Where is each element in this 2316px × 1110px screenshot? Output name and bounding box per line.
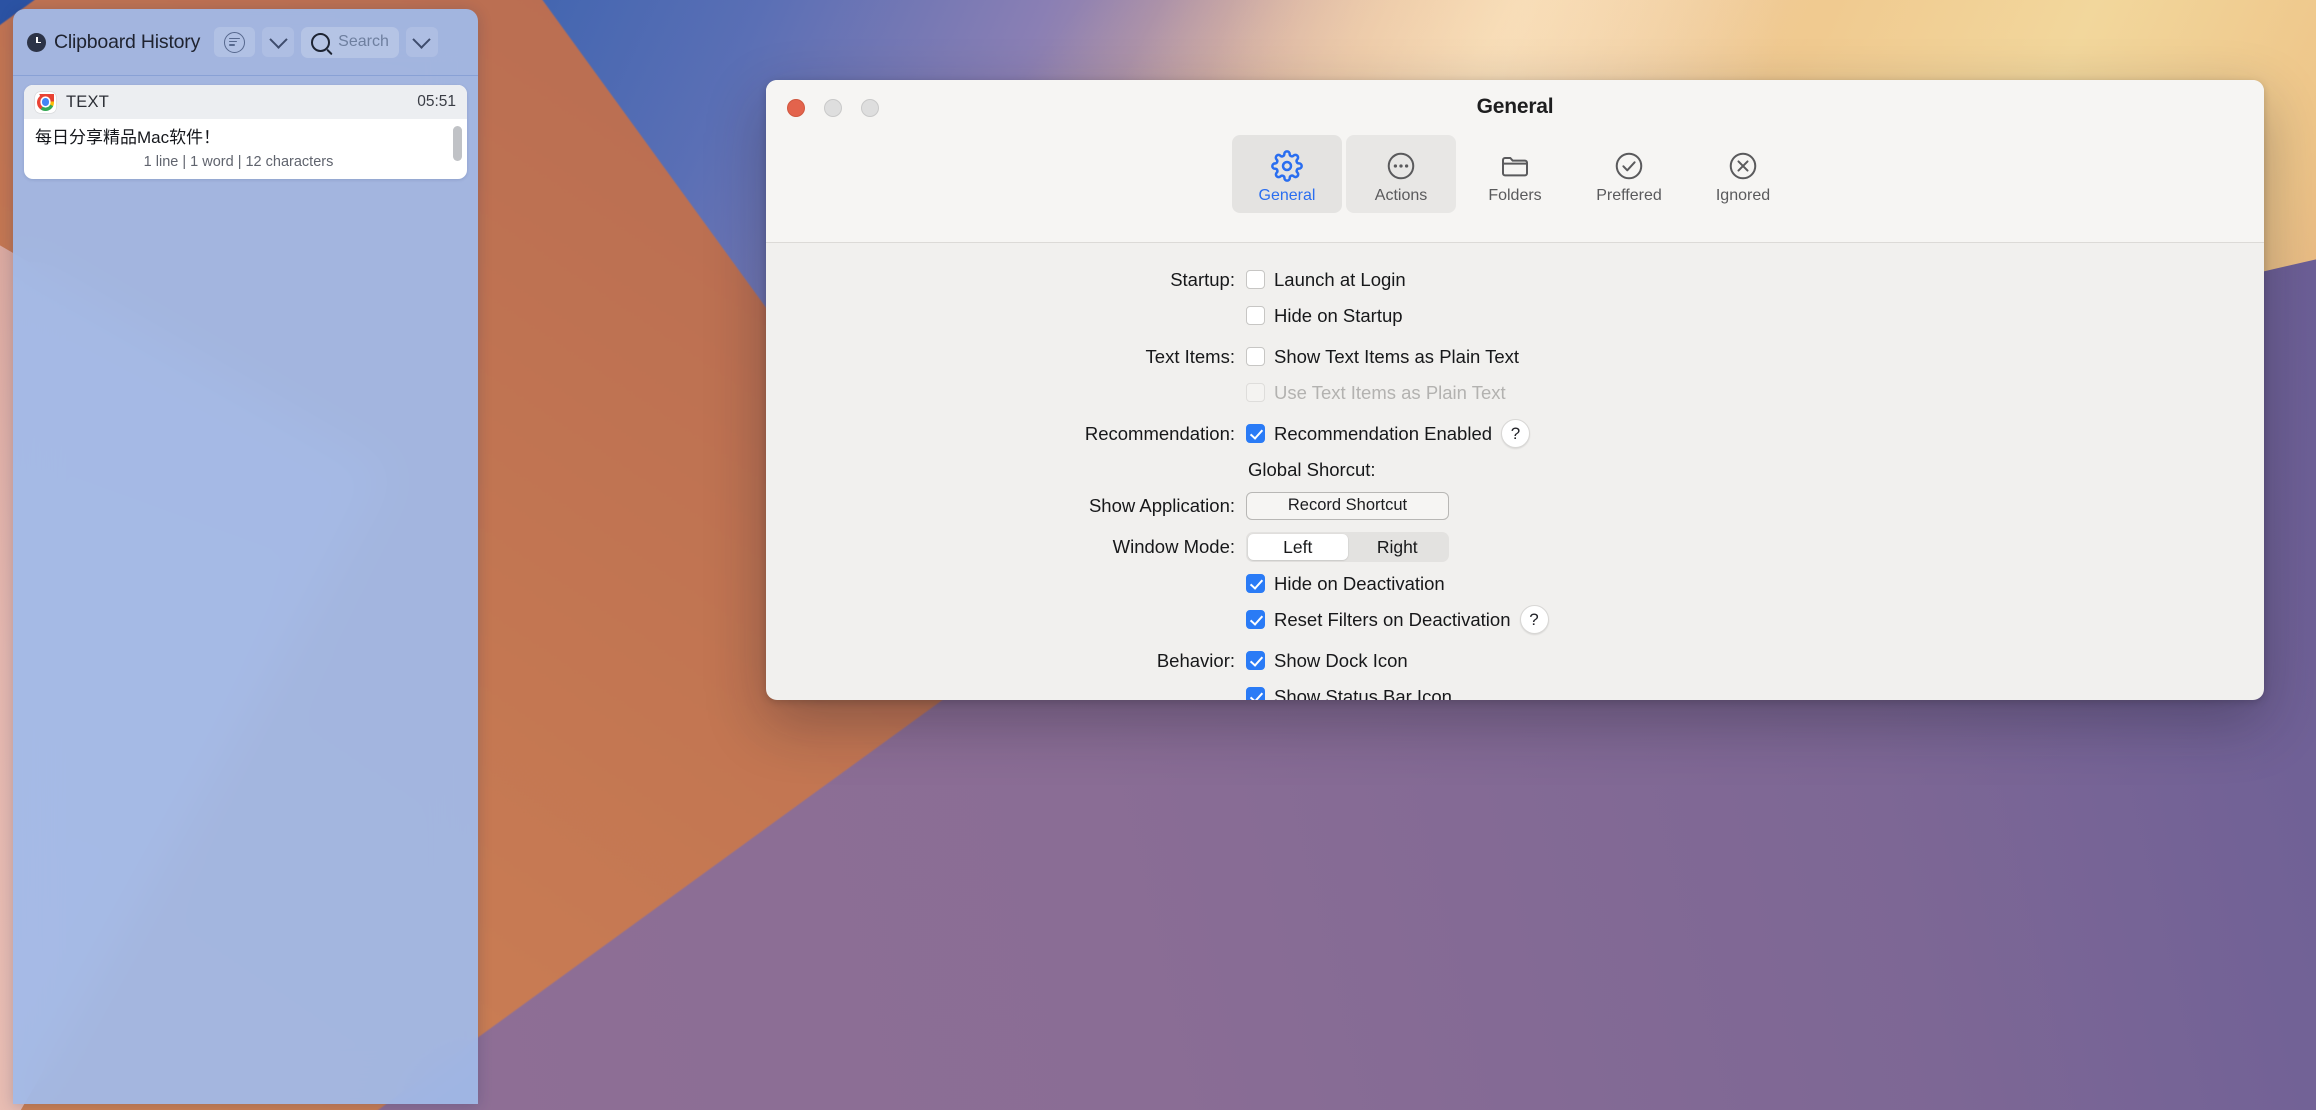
recommendation-help-button[interactable]: ? bbox=[1501, 419, 1531, 448]
reset-filters-help-button[interactable]: ? bbox=[1519, 605, 1549, 634]
clipboard-item-list: TEXT 05:51 每日分享精品Mac软件！ 1 line | 1 word … bbox=[13, 76, 478, 179]
general-settings-form: Startup: Launch at Login Hide on Startup… bbox=[766, 243, 2264, 700]
list-item[interactable]: TEXT 05:51 每日分享精品Mac软件！ 1 line | 1 word … bbox=[24, 85, 467, 179]
show-application-label: Show Application: bbox=[1088, 494, 1235, 516]
tab-folders[interactable]: Folders bbox=[1460, 135, 1570, 213]
chevron-down-icon bbox=[412, 29, 432, 49]
row-behavior: Behavior: Show Dock Icon bbox=[766, 646, 2264, 675]
tab-actions-label: Actions bbox=[1374, 187, 1428, 204]
startup-label: Startup: bbox=[1170, 268, 1235, 290]
show-dock-icon-label: Show Dock Icon bbox=[1274, 649, 1408, 671]
chrome-icon bbox=[35, 91, 56, 113]
text-items-label: Text Items: bbox=[1145, 345, 1235, 367]
hide-on-startup-checkbox[interactable] bbox=[1246, 306, 1265, 325]
clock-icon bbox=[27, 32, 46, 52]
clipboard-header: Clipboard History Search bbox=[13, 9, 478, 76]
window-mode-segmented-control[interactable]: Left Right bbox=[1246, 532, 1449, 562]
use-text-items-as-plain-text-checkbox bbox=[1246, 383, 1265, 402]
row-global-shortcut-header: Global Shorcut: bbox=[766, 455, 2264, 484]
reset-filters-on-deactivation-checkbox[interactable] bbox=[1246, 610, 1265, 629]
list-item-scrollbar[interactable] bbox=[453, 126, 462, 161]
tab-general[interactable]: General bbox=[1232, 135, 1342, 213]
x-circle-icon bbox=[1727, 147, 1759, 185]
launch-at-login-checkbox[interactable] bbox=[1246, 270, 1265, 289]
row-startup: Startup: Launch at Login bbox=[766, 265, 2264, 294]
folder-icon bbox=[1499, 147, 1531, 185]
recommendation-enabled-checkbox[interactable] bbox=[1246, 424, 1265, 443]
hide-on-deactivation-label: Hide on Deactivation bbox=[1274, 572, 1445, 594]
show-text-items-as-plain-text-label: Show Text Items as Plain Text bbox=[1274, 345, 1520, 367]
hide-on-deactivation-checkbox[interactable] bbox=[1246, 574, 1265, 593]
row-reset-filters-on-deactivation: Reset Filters on Deactivation ? bbox=[766, 605, 2264, 634]
window-title: General bbox=[1476, 95, 1554, 118]
list-item-type: TEXT bbox=[66, 92, 109, 111]
row-show-application: Show Application: Record Shortcut bbox=[766, 491, 2264, 520]
reset-filters-on-deactivation-label: Reset Filters on Deactivation bbox=[1274, 608, 1511, 630]
row-window-mode: Window Mode: Left Right bbox=[766, 532, 2264, 562]
tab-actions[interactable]: Actions bbox=[1346, 135, 1456, 213]
clipboard-header-controls: Search bbox=[214, 26, 438, 58]
record-shortcut-button[interactable]: Record Shortcut bbox=[1246, 491, 1449, 520]
chevron-down-icon bbox=[268, 29, 288, 49]
filter-list-button[interactable] bbox=[214, 27, 256, 57]
window-mode-label: Window Mode: bbox=[1112, 536, 1235, 557]
clipboard-title: Clipboard History bbox=[54, 30, 201, 53]
row-recommendation: Recommendation: Recommendation Enabled ? bbox=[766, 419, 2264, 448]
check-circle-icon bbox=[1613, 147, 1645, 185]
launch-at-login-label: Launch at Login bbox=[1274, 268, 1406, 290]
hide-on-startup-label: Hide on Startup bbox=[1274, 304, 1403, 326]
list-item-content: 每日分享精品Mac软件！ bbox=[35, 128, 221, 147]
behavior-label: Behavior: bbox=[1156, 649, 1235, 671]
clipboard-title-group: Clipboard History bbox=[27, 31, 200, 54]
show-text-items-as-plain-text-checkbox[interactable] bbox=[1246, 347, 1265, 366]
clipboard-history-panel: Clipboard History Search TEXT 05:51 每日分享… bbox=[13, 9, 478, 1104]
list-item-time: 05:51 bbox=[417, 93, 456, 110]
tab-ignored[interactable]: Ignored bbox=[1688, 135, 1798, 213]
tab-preffered-label: Preffered bbox=[1596, 187, 1662, 204]
window-titlebar: General General Actions Folders Preffere… bbox=[766, 80, 2264, 243]
use-text-items-as-plain-text-label: Use Text Items as Plain Text bbox=[1274, 381, 1506, 403]
tab-general-label: General bbox=[1258, 187, 1316, 204]
row-use-text-items: Use Text Items as Plain Text bbox=[766, 378, 2264, 407]
ellipsis-circle-icon bbox=[1385, 147, 1417, 185]
row-hide-on-startup: Hide on Startup bbox=[766, 301, 2264, 330]
search-icon bbox=[311, 32, 331, 52]
filter-dropdown-button[interactable] bbox=[262, 27, 295, 57]
tab-folders-label: Folders bbox=[1488, 187, 1542, 204]
show-dock-icon-checkbox[interactable] bbox=[1246, 651, 1265, 670]
row-show-status-bar-icon: Show Status Bar Icon bbox=[766, 682, 2264, 700]
row-hide-on-deactivation: Hide on Deactivation bbox=[766, 569, 2264, 598]
window-mode-option-left[interactable]: Left bbox=[1248, 534, 1348, 560]
search-field[interactable]: Search bbox=[301, 26, 399, 58]
search-placeholder: Search bbox=[338, 33, 389, 50]
row-text-items: Text Items: Show Text Items as Plain Tex… bbox=[766, 342, 2264, 371]
filter-list-icon bbox=[224, 31, 246, 53]
tab-ignored-label: Ignored bbox=[1715, 187, 1771, 204]
list-item-body: 每日分享精品Mac软件！ 1 line | 1 word | 12 charac… bbox=[24, 119, 467, 179]
settings-toolbar: General Actions Folders Preffered Ignore… bbox=[766, 135, 2264, 213]
show-status-bar-icon-label: Show Status Bar Icon bbox=[1274, 685, 1452, 701]
tab-preffered[interactable]: Preffered bbox=[1574, 135, 1684, 213]
list-item-header: TEXT 05:51 bbox=[24, 85, 467, 119]
show-status-bar-icon-checkbox[interactable] bbox=[1246, 687, 1265, 700]
general-settings-window: General General Actions Folders Preffere… bbox=[766, 80, 2264, 700]
list-item-meta: 1 line | 1 word | 12 characters bbox=[143, 153, 334, 170]
recommendation-label: Recommendation: bbox=[1084, 422, 1235, 444]
search-scope-dropdown-button[interactable] bbox=[405, 27, 438, 57]
window-mode-option-right[interactable]: Right bbox=[1348, 534, 1448, 560]
gear-icon bbox=[1271, 147, 1303, 185]
global-shortcut-section-label: Global Shorcut: bbox=[1248, 458, 1376, 480]
recommendation-enabled-label: Recommendation Enabled bbox=[1274, 422, 1493, 444]
